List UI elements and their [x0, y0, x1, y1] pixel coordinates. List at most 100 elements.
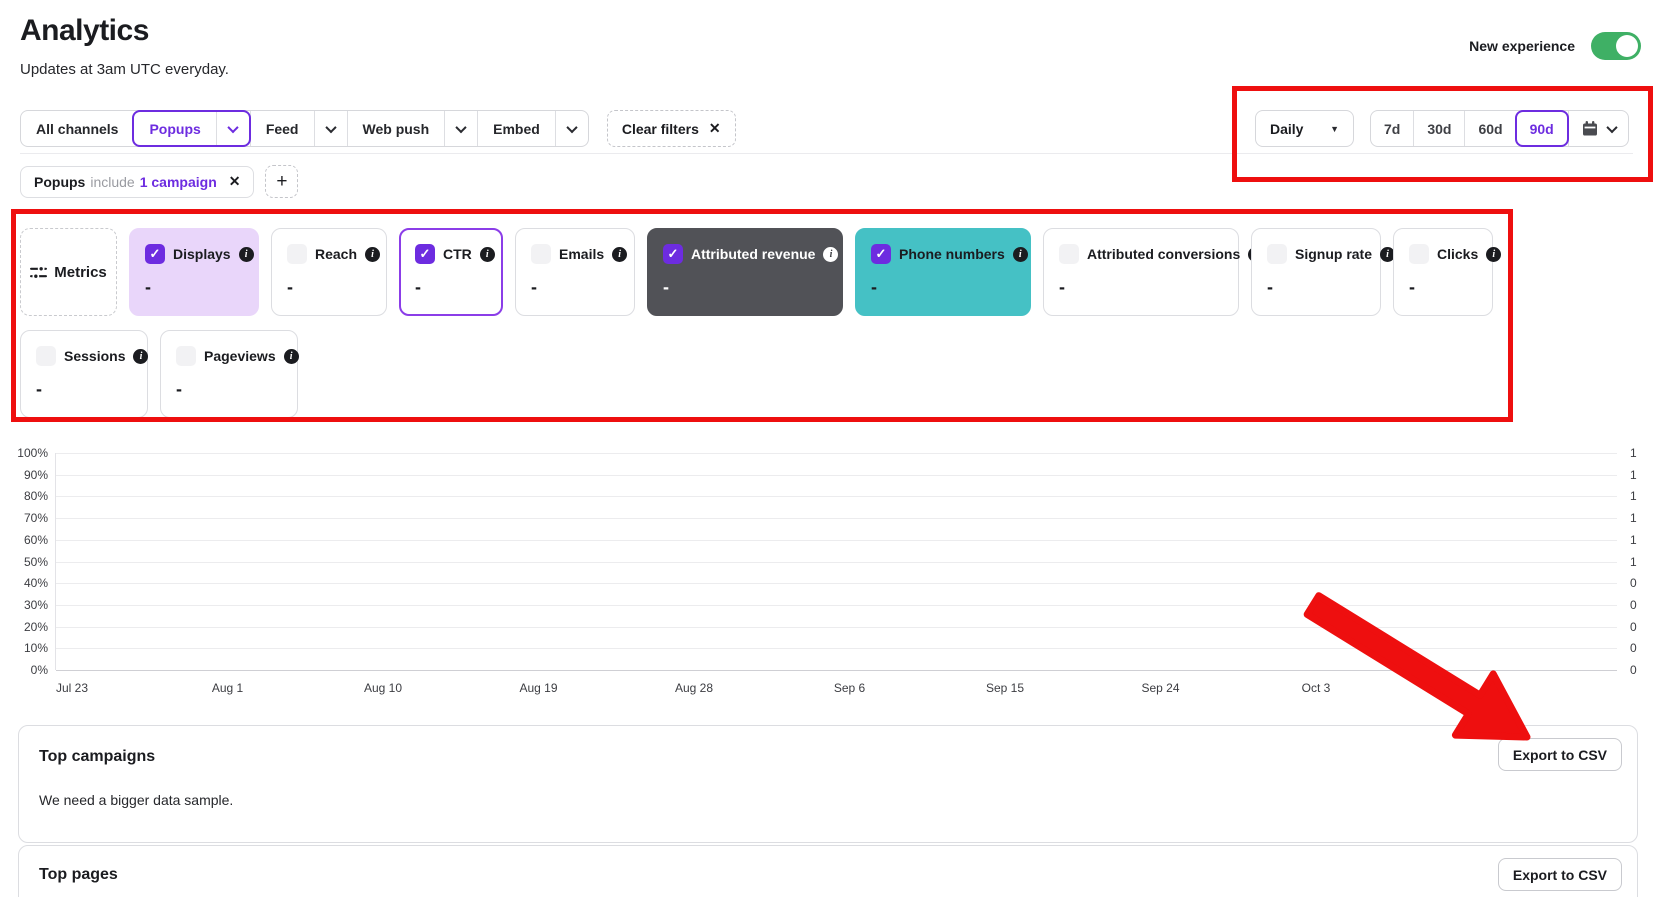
- metric-value: -: [1059, 277, 1066, 297]
- metric-label: Sessions: [64, 348, 126, 364]
- info-icon[interactable]: i: [823, 246, 839, 262]
- metric-card-reach[interactable]: Reach i -: [271, 228, 387, 316]
- tag-campaign-count[interactable]: 1 campaign: [140, 174, 217, 190]
- x-axis-tick: Sep 24: [1141, 681, 1180, 695]
- channel-segmented-control: All channels Popups Feed Web push Embed: [20, 110, 589, 147]
- y-axis-tick-left: 90%: [23, 467, 48, 482]
- y-axis-tick-left: 40%: [23, 576, 48, 591]
- granularity-select[interactable]: Daily ▼: [1255, 110, 1354, 147]
- channel-feed-label[interactable]: Feed: [251, 111, 314, 146]
- info-icon[interactable]: i: [1486, 246, 1502, 262]
- granularity-value: Daily: [1270, 120, 1304, 137]
- channel-feed[interactable]: Feed: [249, 111, 347, 146]
- web-push-dropdown-button[interactable]: [444, 111, 477, 146]
- gridline: [56, 648, 1617, 650]
- top-campaigns-card: Top campaigns We need a bigger data samp…: [18, 725, 1638, 843]
- checkbox-unchecked[interactable]: [287, 244, 307, 264]
- custom-date-range-button[interactable]: [1567, 111, 1628, 146]
- info-icon[interactable]: i: [1012, 246, 1028, 262]
- chevron-down-icon: [324, 121, 337, 133]
- gridline: [56, 539, 1617, 541]
- channel-embed[interactable]: Embed: [477, 111, 588, 146]
- metric-value: -: [287, 277, 294, 297]
- metric-label: Clicks: [1437, 246, 1479, 262]
- info-icon[interactable]: i: [238, 246, 254, 262]
- metric-label: Phone numbers: [899, 246, 1005, 262]
- checkbox-unchecked[interactable]: [1267, 244, 1287, 264]
- range-7d[interactable]: 7d: [1371, 111, 1413, 146]
- y-axis-tick-left: 0%: [30, 663, 48, 677]
- new-experience-control: New experience: [1469, 32, 1641, 60]
- metric-label: Attributed revenue: [691, 246, 816, 262]
- metric-card-displays[interactable]: ✓ Displays i -: [129, 228, 259, 316]
- y-axis-tick-right: 1: [1630, 532, 1637, 547]
- sliders-icon: [30, 264, 48, 280]
- info-icon[interactable]: i: [133, 348, 149, 364]
- new-experience-label: New experience: [1469, 38, 1575, 54]
- range-60d[interactable]: 60d: [1464, 111, 1515, 146]
- metric-card-emails[interactable]: Emails i -: [515, 228, 635, 316]
- embed-dropdown-button[interactable]: [554, 111, 588, 146]
- y-axis-tick-left: 10%: [23, 641, 48, 656]
- y-axis-tick-right: 0: [1630, 663, 1637, 677]
- info-icon[interactable]: i: [365, 246, 381, 262]
- info-icon[interactable]: i: [612, 246, 628, 262]
- channel-all-channels[interactable]: All channels: [21, 111, 133, 146]
- gridline: [56, 561, 1617, 563]
- metric-card-ctr[interactable]: ✓ CTR i -: [399, 228, 503, 316]
- top-campaigns-message: We need a bigger data sample.: [39, 792, 234, 808]
- channel-popups-label[interactable]: Popups: [134, 112, 215, 145]
- checkbox-checked[interactable]: ✓: [871, 244, 891, 264]
- metric-label: Attributed conversions: [1087, 246, 1241, 262]
- metric-card-phone-numbers[interactable]: ✓ Phone numbers i -: [855, 228, 1031, 316]
- filter-tag-row: Popups include 1 campaign ✕ +: [20, 165, 299, 198]
- metric-label: CTR: [443, 246, 472, 262]
- checkbox-unchecked[interactable]: [531, 244, 551, 264]
- y-axis-tick-right: 0: [1630, 641, 1637, 656]
- metrics-button-label: Metrics: [54, 263, 107, 281]
- info-icon[interactable]: i: [479, 246, 495, 262]
- close-icon[interactable]: ✕: [229, 173, 241, 190]
- info-icon[interactable]: i: [283, 348, 299, 364]
- export-csv-button[interactable]: Export to CSV: [1497, 738, 1622, 771]
- metric-card-signup-rate[interactable]: Signup rate i -: [1251, 228, 1396, 316]
- y-axis-tick-left: 50%: [23, 554, 48, 569]
- checkbox-unchecked[interactable]: [176, 346, 196, 366]
- checkbox-checked[interactable]: ✓: [145, 244, 165, 264]
- channel-embed-label[interactable]: Embed: [478, 111, 555, 146]
- metrics-button[interactable]: Metrics: [20, 228, 117, 316]
- metric-card-attributed-conversions[interactable]: Attributed conversions i -: [1043, 228, 1264, 316]
- y-axis-tick-right: 0: [1630, 619, 1637, 634]
- new-experience-toggle[interactable]: [1591, 32, 1641, 60]
- checkbox-checked[interactable]: ✓: [663, 244, 683, 264]
- popups-campaign-filter-tag[interactable]: Popups include 1 campaign ✕: [20, 165, 255, 198]
- y-axis-tick-right: 1: [1630, 511, 1637, 526]
- popups-dropdown-button[interactable]: [215, 112, 249, 145]
- divider: [20, 153, 1633, 154]
- metric-card-attributed-revenue[interactable]: ✓ Attributed revenue i -: [647, 228, 843, 316]
- clear-filters-button[interactable]: Clear filters ✕: [606, 110, 736, 147]
- metric-card-pageviews[interactable]: Pageviews i -: [160, 330, 299, 418]
- channel-web-push-label[interactable]: Web push: [348, 111, 445, 146]
- checkbox-checked[interactable]: ✓: [415, 244, 435, 264]
- y-axis-tick-left: 80%: [23, 489, 48, 504]
- export-csv-button[interactable]: Export to CSV: [1497, 858, 1622, 891]
- caret-down-icon: ▼: [1330, 123, 1339, 134]
- metric-card-sessions[interactable]: Sessions i -: [20, 330, 149, 418]
- feed-dropdown-button[interactable]: [313, 111, 347, 146]
- checkbox-unchecked[interactable]: [1409, 244, 1429, 264]
- channel-popups[interactable]: Popups: [132, 110, 251, 147]
- range-30d[interactable]: 30d: [1413, 111, 1464, 146]
- add-filter-button[interactable]: +: [265, 165, 299, 198]
- range-90d[interactable]: 90d: [1514, 110, 1569, 147]
- checkbox-unchecked[interactable]: [1059, 244, 1079, 264]
- checkbox-unchecked[interactable]: [36, 346, 56, 366]
- chevron-down-icon: [455, 121, 467, 133]
- metrics-row-1: Metrics ✓ Displays i - Reach i - ✓ CTR i…: [20, 228, 1502, 316]
- chevron-down-icon: [227, 121, 239, 133]
- y-axis-tick-right: 1: [1630, 489, 1637, 504]
- analytics-chart: 100% 1 90% 1 80% 1 70% 1 60% 1 50% 1 40% 0 30% 0 20% 0 10%…: [17, 446, 1653, 706]
- metric-card-clicks[interactable]: Clicks i -: [1393, 228, 1502, 316]
- channel-web-push[interactable]: Web push: [346, 111, 478, 146]
- metric-label: Displays: [173, 246, 231, 262]
